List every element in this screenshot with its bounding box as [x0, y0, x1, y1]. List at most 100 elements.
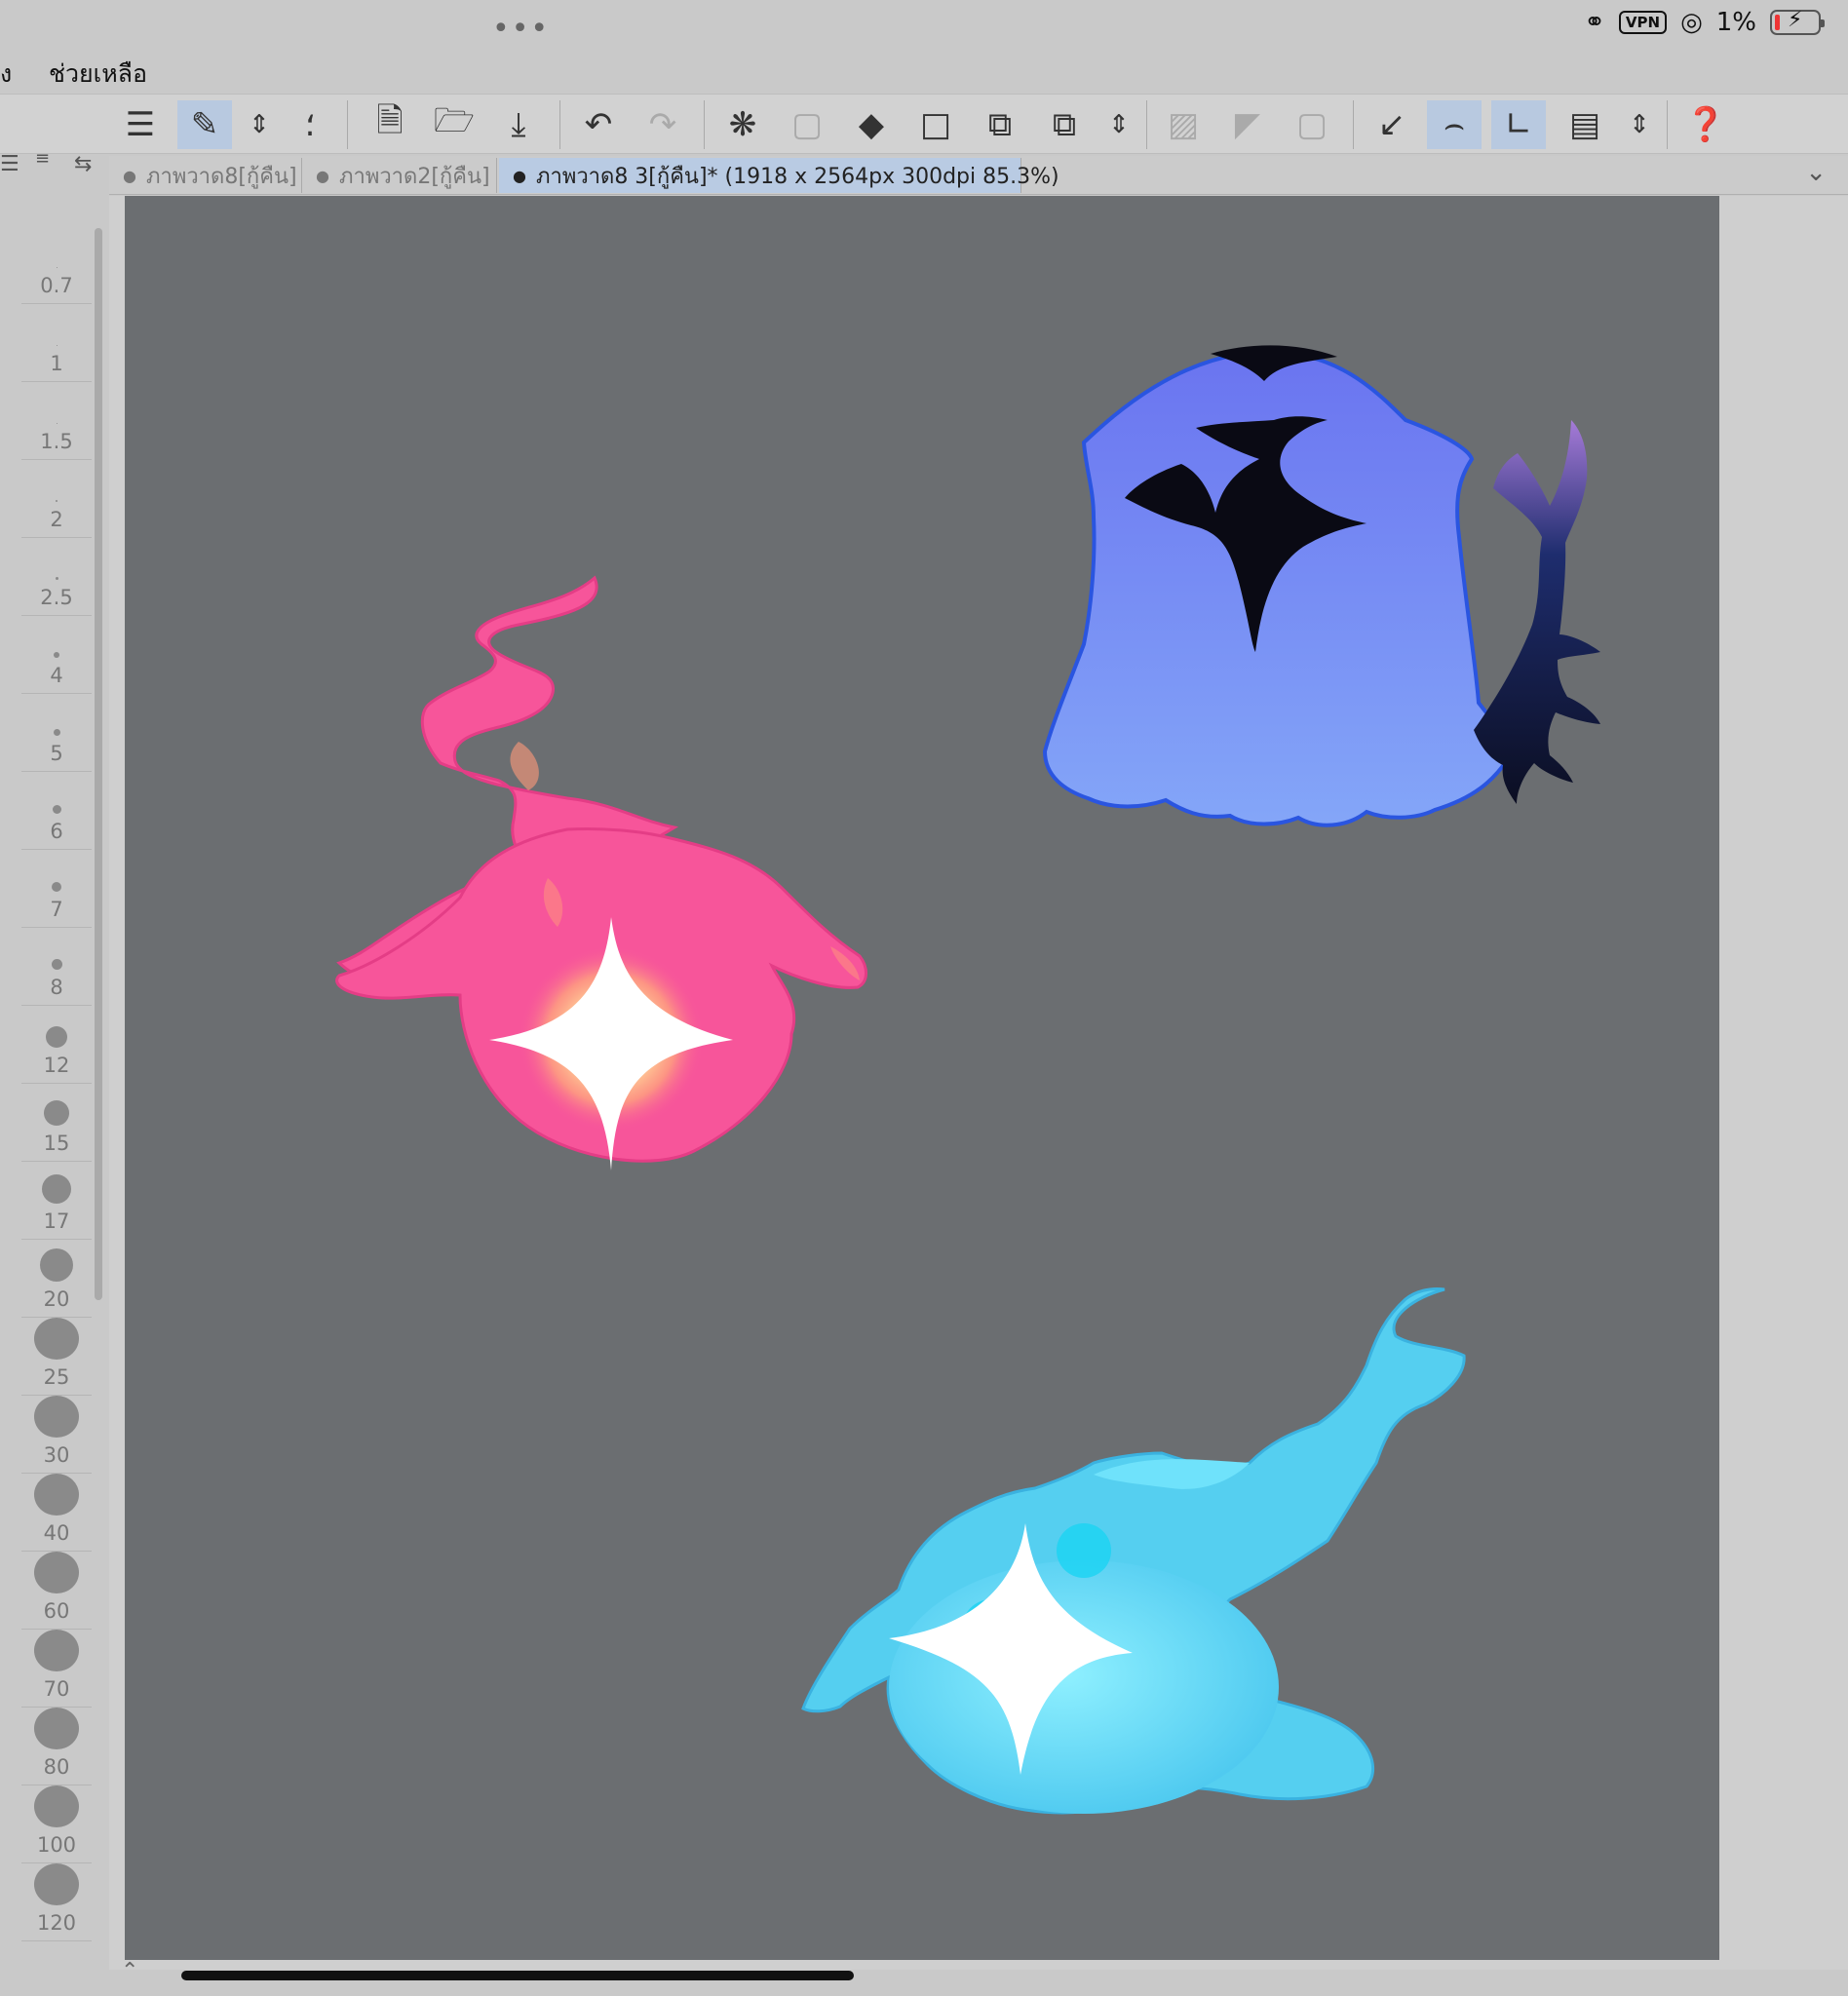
menu-item-partial[interactable]: ง — [0, 55, 12, 94]
brush-size-item[interactable]: 120 — [21, 1863, 92, 1941]
tab-label: ภาพวาด2[กู้คืน] — [338, 164, 490, 189]
brush-size-label: 6 — [50, 820, 63, 843]
sliders-icon[interactable]: ☰ — [0, 152, 19, 176]
orientation-lock-icon: ◎ — [1680, 8, 1703, 37]
ruler-icon[interactable]: ↙ — [1365, 100, 1419, 149]
help-icon[interactable]: ❓ — [1678, 100, 1733, 149]
brush-size-label: 2 — [50, 508, 63, 531]
brush-size-item[interactable]: 1 — [21, 304, 92, 382]
brush-size-label: 1 — [50, 352, 63, 375]
purple-ghost-drawing — [1042, 345, 1600, 827]
brush-size-item[interactable]: 17 — [21, 1162, 92, 1240]
open-folder-icon[interactable]: 🗁 — [427, 100, 481, 149]
undo-icon[interactable]: ↶ — [571, 100, 626, 149]
panel-scrollbar[interactable] — [95, 228, 102, 1300]
spiral-icon[interactable]: ؛ — [283, 100, 337, 149]
brush-size-item[interactable]: 80 — [21, 1708, 92, 1785]
brush-size-item[interactable]: 70 — [21, 1630, 92, 1708]
menu-bar: ง ช่วยเหลือ — [0, 49, 1848, 92]
selection-border-icon[interactable]: ▢ — [1285, 100, 1339, 149]
tab-document-3[interactable]: ● ภาพวาด8 3[กู้คืน]* (1918 x 2564px 300dp… — [499, 158, 1059, 193]
panel-tools: ☰ ≡ ⇆ — [0, 148, 109, 191]
brush-size-item[interactable]: 2 — [21, 460, 92, 538]
brush-size-item[interactable]: 12 — [21, 1006, 92, 1084]
pen-edit-icon[interactable]: ✎ — [177, 100, 232, 149]
brush-size-item[interactable]: 20 — [21, 1240, 92, 1318]
layer-select-icon[interactable]: ⧉ — [973, 100, 1027, 149]
selection-icon[interactable]: ▢ — [780, 100, 834, 149]
menu-icon[interactable]: ☰ — [113, 100, 168, 149]
brush-size-item[interactable]: 30 — [21, 1396, 92, 1474]
brush-size-label: 15 — [43, 1132, 70, 1155]
brush-size-item[interactable]: 100 — [21, 1785, 92, 1863]
brush-size-preview-icon — [34, 1318, 79, 1360]
brush-size-list: 0.7 1 1.5 2 2.5 4 5 6 7 8 12 15 17 20 25 30 40 60 70 80 100 1… — [21, 226, 92, 1941]
canvas-area[interactable] — [109, 196, 1848, 1970]
brush-size-item[interactable]: 7 — [21, 850, 92, 928]
brush-size-item[interactable]: 8 — [21, 928, 92, 1006]
brush-size-preview-icon — [34, 1396, 79, 1438]
brush-size-item[interactable]: 5 — [21, 694, 92, 772]
brush-size-item[interactable]: 1.5 — [21, 382, 92, 460]
brush-size-preview-icon — [55, 577, 58, 580]
brush-size-preview-icon — [40, 1248, 73, 1282]
brush-size-label: 30 — [43, 1443, 70, 1467]
tab-document-1[interactable]: ● ภาพวาด8[กู้คืน] — [109, 158, 302, 193]
brush-size-label: 0.7 — [40, 274, 73, 297]
horizontal-scrollbar[interactable] — [181, 1971, 854, 1980]
brush-stabilizer-icon[interactable]: ⌢ — [1427, 100, 1482, 149]
loading-spinner-icon[interactable]: ❋ — [715, 100, 770, 149]
brush-size-preview-icon — [34, 1474, 79, 1516]
artwork — [335, 345, 1600, 1815]
brush-size-label: 80 — [43, 1755, 70, 1779]
deselect-icon[interactable]: ▨ — [1156, 100, 1211, 149]
app-window: { "status_bar": { "dots": "•••", "vpn": … — [0, 0, 1848, 1996]
save-download-icon[interactable]: ⤓ — [491, 100, 546, 149]
canvas-settings-icon[interactable]: ▤ — [1558, 100, 1612, 149]
brush-size-item[interactable]: 2.5 — [21, 538, 92, 616]
brush-size-preview-icon — [52, 882, 61, 892]
brush-size-item[interactable]: 40 — [21, 1474, 92, 1552]
layer-select-2-icon[interactable]: ⧉ — [1037, 100, 1092, 149]
brush-size-label: 12 — [43, 1054, 70, 1077]
multitask-dots[interactable]: ••• — [492, 12, 550, 46]
brush-size-item[interactable]: 4 — [21, 616, 92, 694]
brush-size-preview-icon — [44, 1100, 69, 1126]
status-indicators: ⚭ VPN ◎ 1% ⚡ — [1584, 8, 1825, 37]
new-canvas-icon[interactable]: 🗎 — [363, 100, 417, 149]
brush-size-preview-icon — [52, 805, 61, 814]
pink-spirit-drawing — [335, 575, 867, 1171]
snap-icon[interactable]: ∟ — [1491, 100, 1546, 149]
fill-bucket-icon[interactable]: ◆ — [844, 100, 899, 149]
brush-size-label: 100 — [36, 1833, 77, 1857]
chevron-down-icon[interactable]: ⌄ — [1805, 158, 1827, 187]
tab-document-2[interactable]: ● ภาพวาด2[กู้คืน] — [302, 158, 497, 193]
brush-size-item[interactable]: 25 — [21, 1318, 92, 1396]
brush-size-label: 70 — [43, 1677, 70, 1701]
transform-icon[interactable]: □ — [908, 100, 963, 149]
chevron-updown-2-icon[interactable]: ⇕ — [1092, 100, 1146, 149]
brush-size-label: 25 — [43, 1365, 70, 1389]
brush-size-item[interactable]: 0.7 — [21, 226, 92, 304]
brush-size-preview-icon — [34, 1552, 79, 1593]
redo-icon[interactable]: ↷ — [635, 100, 690, 149]
brush-size-preview-icon — [34, 1708, 79, 1749]
invert-selection-icon[interactable]: ◤ — [1220, 100, 1275, 149]
brush-size-preview-icon — [56, 267, 58, 268]
brush-size-panel: ‖ « ◀ ☰ ≡ ⇆ 0.711.522.545678121517202530… — [0, 92, 109, 1996]
brush-size-label: 17 — [43, 1209, 70, 1233]
menu-item-help[interactable]: ช่วยเหลือ — [49, 55, 147, 94]
cyan-spirit-drawing — [801, 1287, 1466, 1815]
chevron-up-icon[interactable]: ⌃ — [121, 1959, 138, 1983]
brush-size-item[interactable]: 60 — [21, 1552, 92, 1630]
brush-size-label: 2.5 — [40, 586, 73, 609]
tab-label: ภาพวาด8 3[กู้คืน]* (1918 x 2564px 300dpi… — [535, 164, 1059, 189]
swap-icon[interactable]: ⇆ — [74, 152, 92, 176]
brush-size-preview-icon — [56, 423, 58, 424]
chevron-updown-icon[interactable]: ⇕ — [232, 100, 287, 149]
brush-size-item[interactable]: 6 — [21, 772, 92, 850]
status-bar: ••• ⚭ VPN ◎ 1% ⚡ — [0, 0, 1848, 49]
brush-size-item[interactable]: 15 — [21, 1084, 92, 1162]
brush-size-preview-icon — [56, 345, 58, 346]
chevron-updown-3-icon[interactable]: ⇕ — [1612, 100, 1667, 149]
